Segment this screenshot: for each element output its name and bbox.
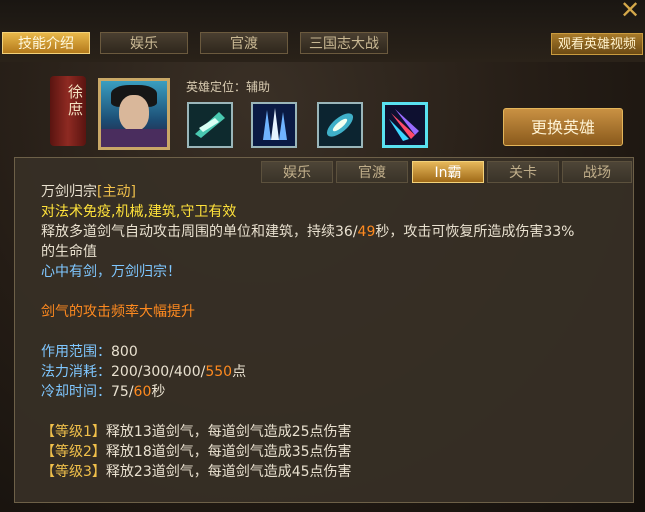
skill-quote: 心中有剑，万剑归宗！ bbox=[41, 264, 181, 280]
skill-level-1: 【等级1】释放13道剑气，每道剑气造成25点伤害 bbox=[41, 424, 352, 440]
skill-type: [主动] bbox=[97, 184, 136, 200]
close-icon[interactable]: ✕ bbox=[619, 0, 641, 22]
tab-guandu[interactable]: 官渡 bbox=[200, 32, 288, 54]
tab-three-kingdoms-war[interactable]: 三国志大战 bbox=[300, 32, 388, 54]
skill-range: 作用范围：800 bbox=[41, 344, 138, 360]
tab-skill-intro[interactable]: 技能介绍 bbox=[2, 32, 90, 54]
subtab-battlefield[interactable]: 战场 bbox=[562, 161, 632, 183]
skill-description-line2: 的生命值 bbox=[41, 244, 97, 260]
skill-description: 释放多道剑气自动攻击周围的单位和建筑，持续36/49秒，攻击可恢复所造成伤害33… bbox=[41, 224, 575, 240]
skill-immunity: 对法术免疫,机械,建筑,守卫有效 bbox=[41, 204, 237, 220]
subtab-inba[interactable]: In霸 bbox=[412, 161, 484, 183]
hero-role: 英雄定位：辅助 bbox=[186, 80, 271, 94]
skill-mana: 法力消耗：200/300/400/550点 bbox=[41, 364, 247, 380]
skill-bonus: 剑气的攻击频率大幅提升 bbox=[41, 304, 195, 320]
skill-level-2: 【等级2】释放18道剑气，每道剑气造成35点伤害 bbox=[41, 444, 352, 460]
swap-hero-button[interactable]: 更换英雄 bbox=[503, 108, 623, 146]
hero-portrait bbox=[98, 78, 170, 150]
skill-icon-4[interactable] bbox=[382, 102, 428, 148]
skill-cooldown: 冷却时间：75/60秒 bbox=[41, 384, 166, 400]
skill-name: 万剑归宗 bbox=[41, 184, 97, 200]
subtab-stage[interactable]: 关卡 bbox=[487, 161, 559, 183]
watch-video-button[interactable]: 观看英雄视频 bbox=[551, 33, 643, 55]
skill-icon-2[interactable] bbox=[251, 102, 297, 148]
skill-icon-1[interactable] bbox=[187, 102, 233, 148]
skill-icon-3[interactable] bbox=[317, 102, 363, 148]
hero-skill-window: ✕ 技能介绍 娱乐 官渡 三国志大战 观看英雄视频 徐庶 英雄定位：辅助 更换英… bbox=[0, 0, 645, 512]
skill-level-3: 【等级3】释放23道剑气，每道剑气造成45点伤害 bbox=[41, 464, 352, 480]
subtab-guandu[interactable]: 官渡 bbox=[336, 161, 408, 183]
tab-entertainment[interactable]: 娱乐 bbox=[100, 32, 188, 54]
hero-name-plate: 徐庶 bbox=[50, 76, 86, 146]
hero-name: 徐庶 bbox=[66, 84, 84, 118]
skill-title: 万剑归宗[主动] bbox=[41, 182, 136, 202]
subtab-entertainment[interactable]: 娱乐 bbox=[261, 161, 333, 183]
